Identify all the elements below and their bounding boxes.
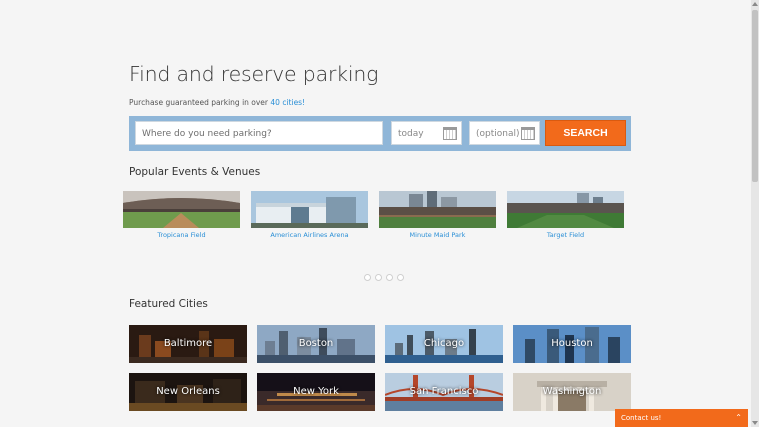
carousel-dot[interactable]: [397, 274, 404, 281]
city-tile-san-francisco[interactable]: San Francisco: [385, 373, 503, 411]
city-tile-chicago[interactable]: Chicago: [385, 325, 503, 363]
carousel-dots: [364, 266, 408, 285]
city-name: Houston: [551, 338, 593, 349]
subtitle-text: Purchase guaranteed parking in over: [129, 98, 271, 107]
location-input[interactable]: Where do you need parking?: [135, 121, 383, 145]
carousel-dot[interactable]: [375, 274, 382, 281]
city-tile-boston[interactable]: Boston: [257, 325, 375, 363]
calendar-icon[interactable]: [443, 127, 457, 140]
search-bar: Where do you need parking? today (option…: [129, 116, 631, 151]
city-tile-baltimore[interactable]: Baltimore: [129, 325, 247, 363]
cities-link[interactable]: 40 cities!: [270, 98, 305, 107]
venue-label[interactable]: Tropicana Field: [123, 231, 240, 239]
end-date-placeholder: (optional): [476, 129, 520, 139]
city-name: New York: [293, 386, 339, 397]
vertical-scrollbar[interactable]: [751, 0, 759, 427]
calendar-icon[interactable]: [521, 127, 535, 140]
venue-card[interactable]: Tropicana Field: [123, 191, 240, 239]
start-date-input[interactable]: today: [391, 121, 462, 145]
city-name: San Francisco: [409, 386, 479, 397]
search-button[interactable]: SEARCH: [545, 120, 626, 146]
venue-label[interactable]: American Airlines Arena: [251, 231, 368, 239]
end-date-input[interactable]: (optional): [469, 121, 540, 145]
city-name: Washington: [542, 386, 602, 397]
carousel-dot[interactable]: [386, 274, 393, 281]
venue-card[interactable]: Minute Maid Park: [379, 191, 496, 239]
city-tile-new-orleans[interactable]: New Orleans: [129, 373, 247, 411]
page-title: Find and reserve parking: [129, 62, 379, 86]
scroll-up-icon[interactable]: [752, 2, 758, 6]
venue-card[interactable]: American Airlines Arena: [251, 191, 368, 239]
scroll-down-icon[interactable]: [752, 421, 758, 425]
city-tile-washington[interactable]: Washington: [513, 373, 631, 411]
city-tile-houston[interactable]: Houston: [513, 325, 631, 363]
contact-us-button[interactable]: Contact us! ⌃: [615, 409, 748, 427]
city-name: New Orleans: [156, 386, 220, 397]
featured-cities-heading: Featured Cities: [129, 298, 208, 310]
city-name: Boston: [298, 338, 334, 349]
venue-label[interactable]: Minute Maid Park: [379, 231, 496, 239]
venue-card[interactable]: Target Field: [507, 191, 624, 239]
venue-photo[interactable]: [379, 191, 496, 228]
page-subtitle: Purchase guaranteed parking in over 40 c…: [129, 98, 305, 107]
start-date-value: today: [398, 129, 424, 139]
carousel-dot[interactable]: [364, 274, 371, 281]
scrollbar-thumb[interactable]: [752, 10, 758, 182]
venue-photo[interactable]: [507, 191, 624, 228]
page: Find and reserve parking Purchase guaran…: [0, 0, 751, 427]
venue-label[interactable]: Target Field: [507, 231, 624, 239]
city-name: Baltimore: [163, 338, 213, 349]
chevron-up-icon: ⌃: [735, 413, 742, 422]
contact-label: Contact us!: [621, 414, 662, 422]
venue-photo[interactable]: [123, 191, 240, 228]
city-tile-new-york[interactable]: New York: [257, 373, 375, 411]
venue-photo[interactable]: [251, 191, 368, 228]
city-name: Chicago: [423, 338, 465, 349]
popular-venues-heading: Popular Events & Venues: [129, 166, 261, 178]
